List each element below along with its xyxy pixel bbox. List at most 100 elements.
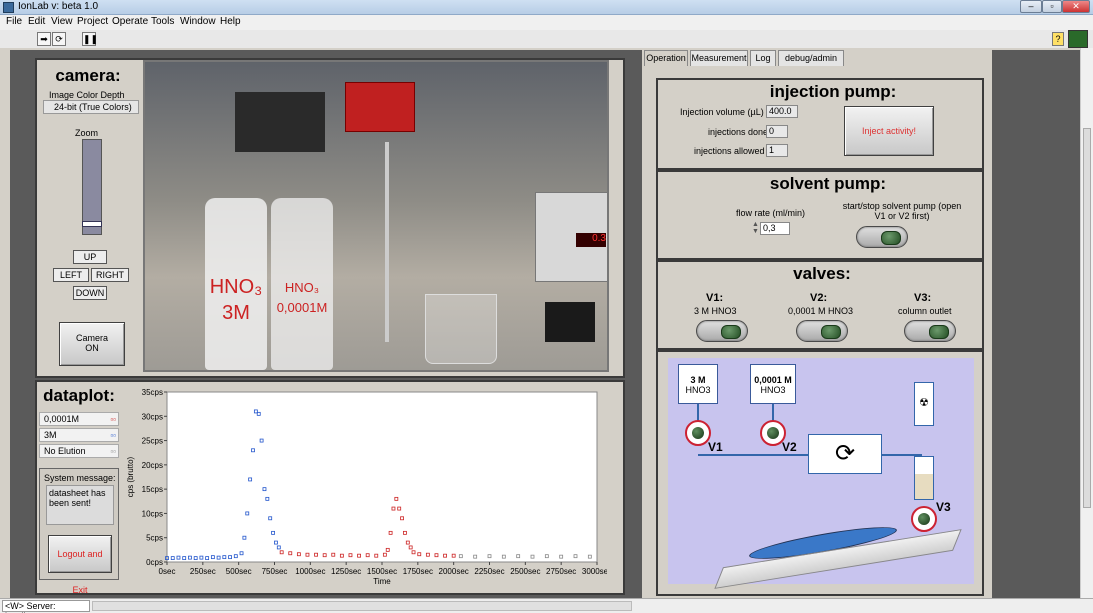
x-tick-label: 1750sec [403, 567, 433, 576]
injection-pump-panel: injection pump: Injection volume (µL) 40… [656, 78, 984, 170]
run-continuously-icon[interactable]: ⟳ [52, 32, 66, 46]
status-bar: <W> Server: localhost [0, 598, 1093, 613]
reservoir-3m: 3 M HNO3 [678, 364, 718, 404]
bottle-0001m: HNO₃ 0,0001M [271, 198, 333, 370]
y-tick-label: 35cps [142, 388, 163, 397]
x-tick-label: 0sec [159, 567, 176, 576]
tab-operation[interactable]: Operation [644, 50, 688, 66]
right-button[interactable]: RIGHT [91, 268, 129, 282]
y-tick-label: 15cps [142, 485, 163, 494]
x-axis-label: Time [373, 577, 391, 586]
menu-view[interactable]: View [51, 16, 73, 27]
v1-sublabel: 3 M HNO3 [694, 306, 737, 316]
system-message-text: datasheet has been sent! [46, 485, 114, 525]
title-bar: IonLab v: beta 1.0 – ▫ ✕ [0, 0, 1093, 15]
up-button[interactable]: UP [73, 250, 107, 264]
diagram-v2-label: V2 [782, 440, 797, 454]
legend-marker: ▫▫ [110, 431, 116, 440]
tab-debug-admin[interactable]: debug/admin [778, 50, 844, 66]
y-tick-label: 30cps [142, 412, 163, 421]
v1-toggle[interactable] [696, 320, 748, 342]
injection-heading: injection pump: [769, 82, 897, 101]
flow-rate-stepper[interactable]: ▲ ▼ [752, 221, 760, 235]
logout-exit-button[interactable]: Logout and Exit [48, 535, 112, 595]
legend-marker: ▫▫ [110, 447, 116, 456]
menu-window[interactable]: Window [180, 16, 216, 27]
legend-0001m: 0,0001M ▫▫ [39, 412, 119, 426]
menu-file[interactable]: File [6, 16, 22, 27]
reservoir-0001m: 0,0001 M HNO3 [750, 364, 796, 404]
pump-device [345, 82, 415, 132]
color-depth-label: Image Color Depth [49, 90, 125, 100]
left-button[interactable]: LEFT [53, 268, 89, 282]
valve-v3-icon[interactable] [911, 506, 937, 532]
pause-icon[interactable]: ❚❚ [82, 32, 98, 46]
valve-device [235, 92, 325, 152]
solvent-pump-panel: solvent pump: flow rate (ml/min) ▲ ▼ 0,3 … [656, 170, 984, 260]
x-tick-label: 2000sec [439, 567, 469, 576]
flow-diagram: 3 M HNO3 0,0001 M HNO3 V1 V2 ⟳ ☢ V3 [668, 358, 974, 589]
horizontal-scrollbar[interactable] [92, 601, 632, 611]
flow-rate-label: flow rate (ml/min) [736, 208, 806, 218]
x-tick-label: 2750sec [546, 567, 576, 576]
x-tick-label: 2500sec [510, 567, 540, 576]
legend-label: 3M [44, 430, 57, 440]
tab-measurement[interactable]: Measurement [690, 50, 748, 66]
color-depth-select[interactable]: 24-bit (True Colors) [43, 100, 139, 114]
menu-tools[interactable]: Tools [151, 16, 174, 27]
menu-project[interactable]: Project [77, 16, 108, 27]
y-tick-label: 10cps [142, 509, 163, 518]
controller-box [545, 302, 595, 342]
injection-volume-label: Injection volume (µL) [680, 107, 764, 117]
injection-volume-field[interactable]: 400.0 [766, 105, 798, 118]
inject-activity-button[interactable]: Inject activity! [844, 106, 934, 156]
maximize-button[interactable]: ▫ [1042, 0, 1062, 13]
cps-chart: 0cps 5cps 10cps 15cps 20cps 25cps 30cps 35cps 0s… [126, 388, 607, 586]
diagram-v3-label: V3 [936, 500, 951, 514]
legend-no-elution: No Elution ▫▫ [39, 444, 119, 458]
window-title: IonLab v: beta 1.0 [18, 1, 99, 12]
camera-on-button[interactable]: Camera ON [59, 322, 125, 366]
v3-toggle[interactable] [904, 320, 956, 342]
x-tick-label: 3000sec [582, 567, 607, 576]
zoom-slider-thumb[interactable] [82, 221, 102, 227]
flow-rate-field[interactable]: 0,3 [760, 222, 790, 235]
injections-allowed-field: 1 [766, 144, 788, 157]
menu-help[interactable]: Help [220, 16, 241, 27]
zoom-slider[interactable] [82, 139, 102, 235]
dataplot-panel: dataplot: 0,0001M ▫▫ 3M ▫▫ No Elution ▫▫ Sy… [35, 380, 625, 595]
scrollbar-thumb[interactable] [1083, 128, 1091, 508]
plot-area [166, 391, 598, 563]
app-icon [3, 2, 14, 13]
v1-label: V1: [706, 292, 724, 304]
run-arrow-icon[interactable]: ➡ [37, 32, 51, 46]
x-tick-label: 500sec [226, 567, 252, 576]
reservoir-conc: 3 M [690, 375, 706, 385]
y-tick-label: 20cps [142, 461, 163, 470]
system-message-frame: System message: datasheet has been sent!… [39, 468, 119, 595]
vertical-scrollbar[interactable] [1080, 48, 1093, 598]
column-icon [914, 456, 934, 500]
y-tick-label: 5cps [146, 534, 163, 543]
solvent-pump-toggle[interactable] [856, 226, 908, 248]
diagram-v1-label: V1 [708, 440, 723, 454]
minimize-button[interactable]: – [1020, 0, 1042, 13]
menu-operate[interactable]: Operate [112, 16, 148, 27]
x-tick-label: 1250sec [331, 567, 361, 576]
help-icon[interactable]: ? [1052, 32, 1064, 46]
front-panel: camera: Image Color Depth 24-bit (True C… [10, 50, 1080, 598]
v2-label: V2: [810, 292, 828, 304]
menu-edit[interactable]: Edit [28, 16, 45, 27]
dataplot-heading: dataplot: [43, 386, 115, 405]
legend-3m: 3M ▫▫ [39, 428, 119, 442]
legend-marker: ▫▫ [110, 415, 116, 424]
menu-bar: File Edit View Project Operate Tools Win… [0, 15, 1093, 30]
v2-toggle[interactable] [796, 320, 848, 342]
close-button[interactable]: ✕ [1062, 0, 1090, 13]
pipe [698, 454, 808, 456]
y-tick-label: 0cps [146, 558, 163, 567]
tab-log[interactable]: Log [750, 50, 776, 66]
camera-panel: camera: Image Color Depth 24-bit (True C… [35, 58, 625, 378]
reservoir-acid: HNO3 [685, 385, 711, 395]
down-button[interactable]: DOWN [73, 286, 107, 300]
